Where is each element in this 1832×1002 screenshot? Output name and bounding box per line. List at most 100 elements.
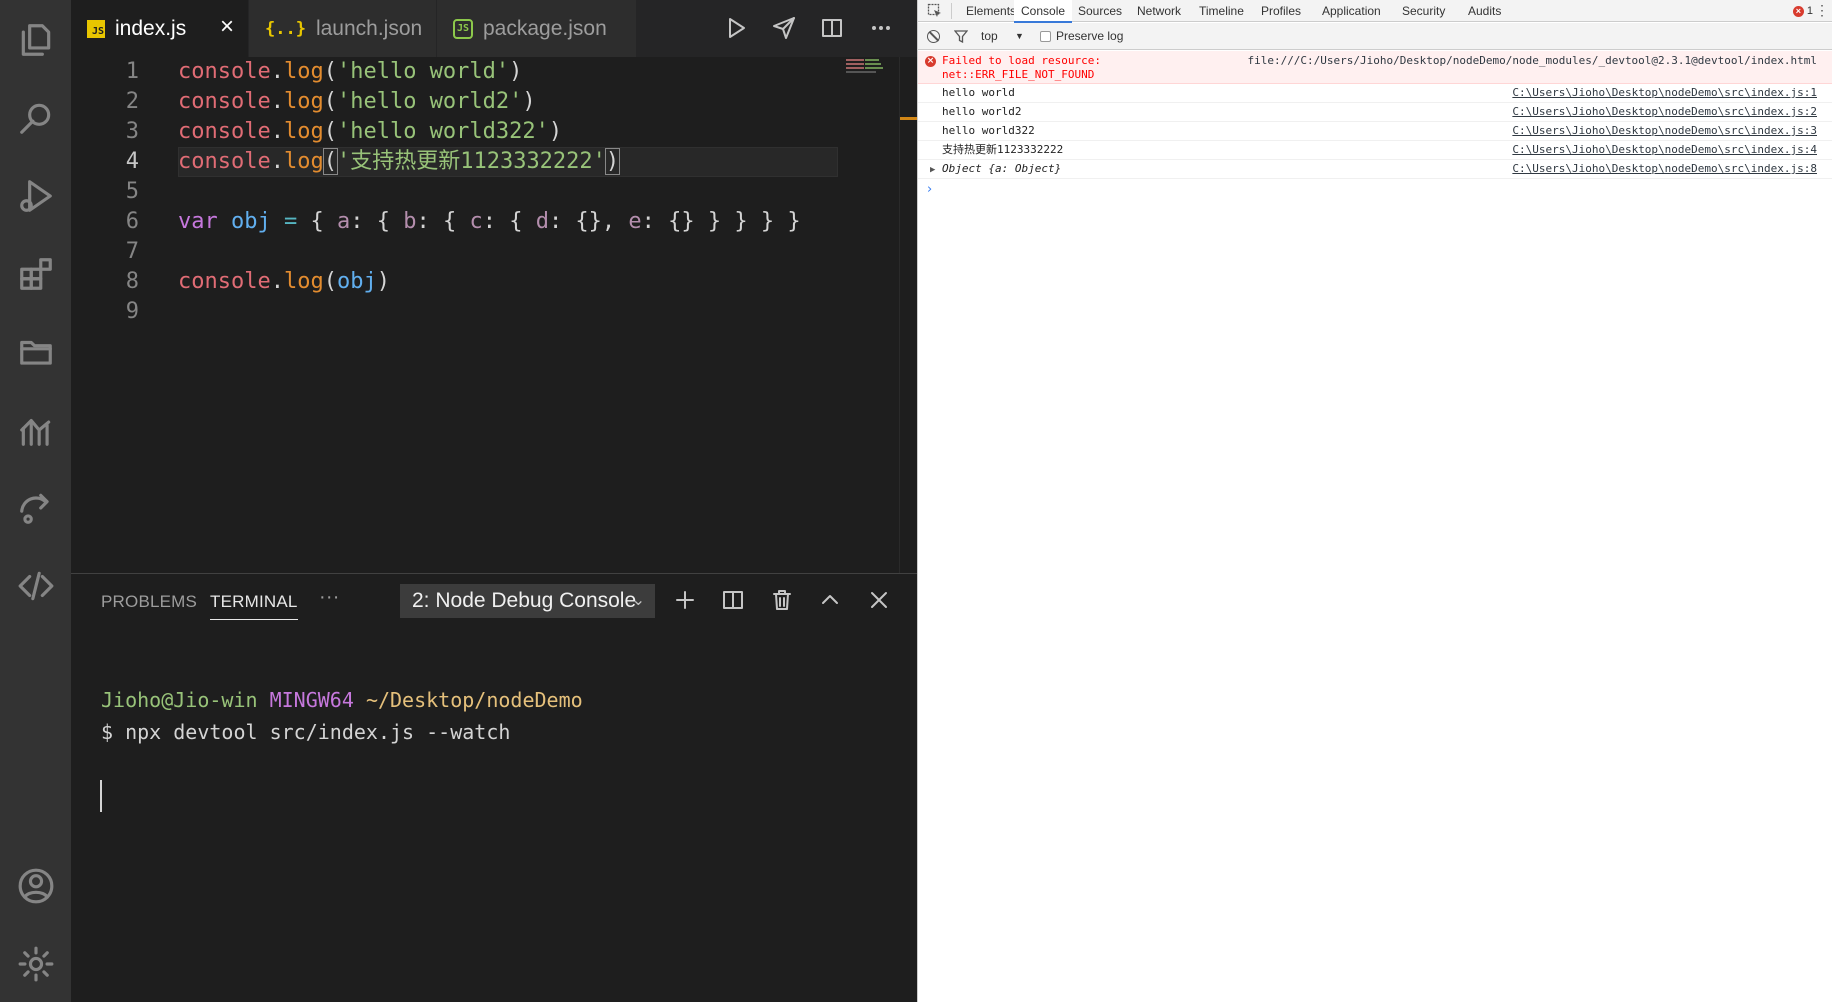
code-line[interactable]: 3 console.log('hello world322')	[71, 117, 836, 147]
code-line[interactable]: 4 console.log('支持热更新1123332222')	[71, 147, 838, 177]
code-token: console	[178, 59, 271, 84]
maximize-panel-icon[interactable]	[812, 582, 848, 618]
close-icon[interactable]: ×	[220, 15, 234, 39]
more-actions-icon[interactable]	[863, 10, 899, 46]
code-token: 'hello world2'	[336, 89, 523, 114]
log-source-link[interactable]: C:\Users\Jioho\Desktop\nodeDemo\src\inde…	[1512, 122, 1817, 140]
error-count: 1	[1806, 5, 1813, 17]
terminal-select[interactable]: 2: Node Debug Console ⌄	[400, 584, 655, 618]
object-preview[interactable]: ▶ Object {a: Object}	[930, 162, 1061, 175]
send-icon[interactable]	[766, 10, 802, 46]
tab-terminal[interactable]: TERMINAL	[210, 592, 298, 620]
error-source-link[interactable]: file:///C:/Users/Jioho/Desktop/nodeDemo/…	[1247, 54, 1817, 67]
log-source-link[interactable]: C:\Users\Jioho\Desktop\nodeDemo\src\inde…	[1512, 160, 1817, 178]
code-token: log	[283, 149, 324, 174]
tab-package-json[interactable]: JS package.json	[437, 0, 637, 57]
terminal-output[interactable]: Jioho@Jio-win MINGW64 ~/Desktop/nodeDemo…	[101, 684, 583, 748]
code-line[interactable]: 2 console.log('hello world2')	[71, 87, 836, 117]
code-line[interactable]: 5	[71, 177, 836, 207]
code-token: {	[310, 209, 337, 234]
split-editor-icon[interactable]	[814, 10, 850, 46]
preserve-log-checkbox[interactable]	[1040, 31, 1051, 42]
console-object-row[interactable]: ▶ Object {a: Object} C:\Users\Jioho\Deskt…	[918, 160, 1832, 179]
close-panel-icon[interactable]	[861, 582, 897, 618]
editor-scrollbar-track[interactable]	[899, 57, 900, 573]
code-token: : {},	[548, 209, 629, 234]
context-dropdown-icon[interactable]: ▼	[1015, 23, 1024, 49]
tab-network[interactable]: Network	[1130, 0, 1188, 22]
tab-problems[interactable]: PROBLEMS	[101, 592, 197, 612]
inspect-element-icon[interactable]	[927, 3, 943, 19]
tab-launch-json[interactable]: {..} launch.json	[249, 0, 437, 57]
settings-icon[interactable]	[0, 928, 71, 1000]
code-token: =	[270, 209, 311, 234]
tab-index-js[interactable]: JS index.js ×	[71, 0, 249, 57]
run-debug-icon[interactable]	[0, 160, 71, 232]
code-line[interactable]: 8 console.log(obj)	[71, 267, 836, 297]
divider	[951, 3, 952, 19]
code-token: obj	[336, 269, 377, 294]
context-select[interactable]: top	[981, 23, 998, 50]
tab-console[interactable]: Console	[1014, 0, 1073, 23]
console-error-message: × Failed to load resource: net::ERR_FILE…	[918, 51, 1832, 84]
code-editor[interactable]: 1 console.log('hello world') 2 console.log(…	[71, 57, 917, 573]
folder-icon[interactable]	[0, 316, 71, 388]
tab-profiles[interactable]: Profiles	[1254, 0, 1308, 22]
log-source-link[interactable]: C:\Users\Jioho\Desktop\nodeDemo\src\inde…	[1512, 84, 1817, 102]
tab-timeline[interactable]: Timeline	[1192, 0, 1251, 22]
terminal-command: $ npx devtool src/index.js --watch	[101, 720, 511, 744]
tab-audits[interactable]: Audits	[1461, 0, 1508, 22]
error-text: Failed to load resource:	[942, 54, 1101, 67]
log-source-link[interactable]: C:\Users\Jioho\Desktop\nodeDemo\src\inde…	[1512, 103, 1817, 121]
explorer-icon[interactable]	[0, 4, 71, 76]
trash-icon[interactable]	[764, 582, 800, 618]
code-token: console	[178, 149, 271, 174]
code-token: console	[178, 119, 271, 144]
filter-icon[interactable]	[954, 30, 968, 43]
tab-application[interactable]: Application	[1315, 0, 1388, 22]
json-file-icon: {..}	[265, 18, 306, 39]
error-code: net::ERR_FILE_NOT_FOUND	[942, 68, 1095, 81]
console-prompt[interactable]: ›	[918, 179, 1832, 201]
code-token: : {	[482, 209, 536, 234]
account-icon[interactable]	[0, 850, 71, 922]
devtools-menu-icon[interactable]: ⋮	[1815, 0, 1829, 20]
code-token: console	[178, 89, 271, 114]
code-token: )	[376, 269, 390, 294]
clear-console-icon[interactable]	[927, 30, 940, 43]
node-file-icon: JS	[453, 18, 473, 39]
code-line[interactable]: 7	[71, 237, 836, 267]
line-number: 3	[125, 119, 139, 144]
add-terminal-icon[interactable]	[667, 582, 703, 618]
code-token: '支持热更新1123332222'	[336, 149, 606, 174]
code-token: (	[323, 59, 337, 84]
code-line[interactable]: 6 var obj = { a: { b: { c: { d: {}, e: {}…	[71, 207, 836, 237]
activity-bar	[0, 0, 71, 1002]
code-token: var	[178, 209, 231, 234]
charts-icon[interactable]	[0, 394, 71, 466]
line-number: 8	[125, 269, 139, 294]
preserve-log-label: Preserve log	[1056, 29, 1124, 43]
code-text: console.log('hello world322')	[178, 117, 562, 147]
error-count-badge[interactable]: × 1	[1792, 0, 1813, 22]
remote-icon[interactable]	[0, 472, 71, 544]
tab-security[interactable]: Security	[1395, 0, 1452, 22]
search-icon[interactable]	[0, 82, 71, 154]
expand-triangle-icon[interactable]: ▶	[930, 161, 942, 179]
code-text: var obj = { a: { b: { c: { d: {}, e: {} …	[178, 207, 801, 237]
log-text: 支持热更新1123332222	[942, 143, 1064, 156]
console-output[interactable]: × Failed to load resource: net::ERR_FILE…	[918, 51, 1832, 201]
log-source-link[interactable]: C:\Users\Jioho\Desktop\nodeDemo\src\inde…	[1512, 141, 1817, 159]
split-terminal-icon[interactable]	[715, 582, 751, 618]
extensions-icon[interactable]	[0, 238, 71, 310]
run-icon[interactable]	[718, 10, 754, 46]
tab-sources[interactable]: Sources	[1071, 0, 1129, 22]
bottom-panel: PROBLEMS TERMINAL ··· 2: Node Debug Cons…	[71, 573, 917, 1002]
minimap[interactable]	[846, 57, 896, 77]
panel-more-icon[interactable]: ···	[319, 586, 340, 609]
code-line[interactable]: 9	[71, 297, 836, 327]
code-line[interactable]: 1 console.log('hello world')	[71, 57, 836, 87]
code-icon[interactable]	[0, 550, 71, 622]
code-token: (	[323, 269, 337, 294]
code-token: log	[283, 269, 324, 294]
